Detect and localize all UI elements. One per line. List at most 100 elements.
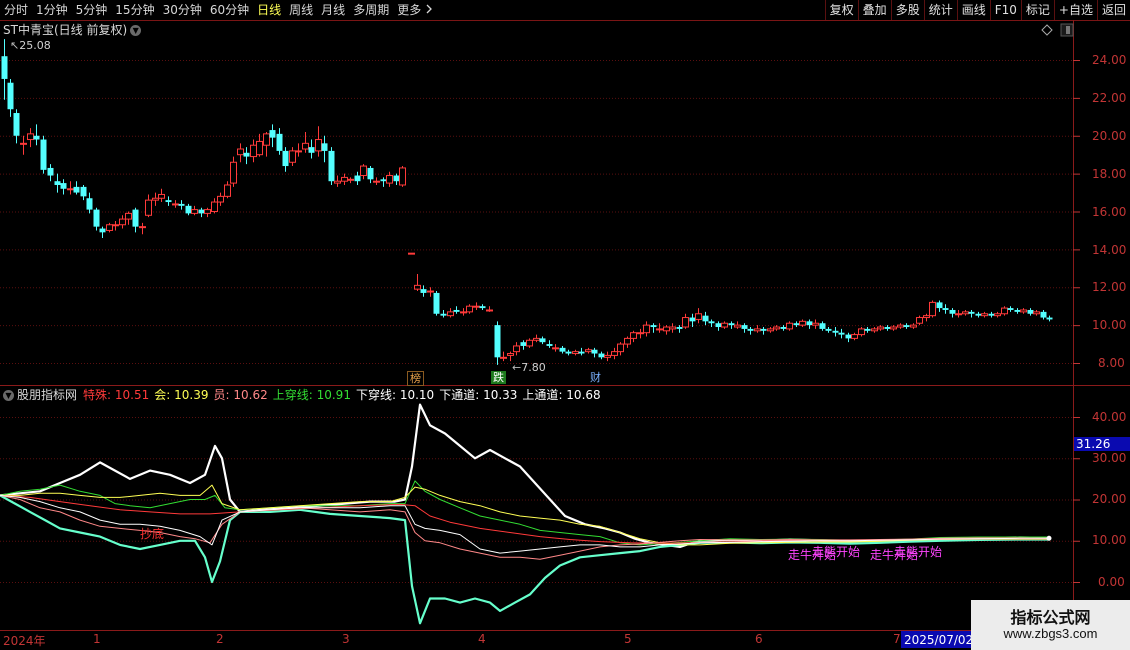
candle-up: [754, 325, 761, 333]
price-tick: 8.00: [1098, 356, 1125, 370]
indicator-tick: 30.00: [1092, 451, 1127, 465]
month-label: 3: [342, 632, 350, 646]
candle-down: [968, 309, 975, 318]
watermark-title: 指标公式网: [1010, 608, 1091, 627]
candle-down: [819, 321, 826, 331]
candle-down: [80, 184, 87, 201]
candle-down: [936, 300, 943, 312]
candle-down: [354, 171, 361, 185]
candle-down: [99, 226, 106, 239]
price-tick: 12.00: [1092, 280, 1127, 294]
candle-up: [256, 133, 263, 157]
candle-down: [328, 147, 335, 185]
candle-up: [408, 252, 415, 255]
chevron-down-icon[interactable]: ▼: [3, 390, 14, 401]
year-label: 2024年: [3, 634, 46, 648]
candle-up: [871, 327, 878, 333]
candle-up: [981, 311, 988, 318]
candle-up: [812, 319, 819, 329]
candle-down: [1040, 309, 1047, 320]
candle-up: [152, 192, 159, 206]
legend-item: 特殊: 10.51: [83, 388, 150, 402]
candle-down: [440, 309, 447, 318]
candle-down: [1046, 315, 1053, 322]
legend-item: 下通道: 10.33: [439, 388, 518, 402]
candle-up: [513, 342, 520, 356]
price-tick: 24.00: [1092, 53, 1127, 67]
candle-up: [341, 173, 348, 185]
marker-drop-badge[interactable]: 跌: [491, 371, 506, 384]
candle-down: [132, 207, 139, 233]
cursor-value-box: 31.26: [1074, 437, 1130, 451]
candle-down: [988, 311, 995, 318]
chevron-down-icon[interactable]: ▼: [130, 25, 142, 36]
candle-down: [269, 124, 276, 148]
candle-down: [420, 285, 427, 297]
candle-up: [910, 323, 917, 329]
candle-up: [204, 207, 211, 218]
candle-up: [637, 328, 644, 339]
candle-down: [1014, 308, 1021, 314]
candle-down: [539, 336, 546, 345]
candle-down: [942, 304, 949, 314]
candle-up: [962, 309, 969, 316]
candle-up: [1020, 308, 1027, 314]
month-label: 1: [93, 632, 101, 646]
candle-up: [289, 147, 296, 167]
candle-up: [295, 143, 302, 157]
candle-down: [650, 323, 657, 333]
candle-down: [86, 192, 93, 214]
candle-down: [276, 128, 283, 155]
stock-title: ST中青宝(日线 前复权): [3, 23, 128, 37]
indicator-end-dot: [1046, 535, 1052, 541]
candle-up: [611, 347, 618, 360]
candle-up: [237, 143, 244, 163]
marker-list-badge[interactable]: 榜: [407, 371, 424, 386]
candle-down: [825, 327, 832, 333]
candle-up: [486, 306, 493, 312]
month-label: 5: [624, 632, 632, 646]
candle-up: [20, 135, 27, 155]
month-label: 6: [755, 632, 763, 646]
candle-down: [780, 325, 787, 331]
candle-up: [669, 323, 676, 333]
candle-up: [897, 323, 904, 329]
candle-up: [334, 175, 341, 187]
chart-canvas[interactable]: [0, 0, 1130, 650]
candle-down: [949, 308, 956, 318]
candle-down: [864, 327, 871, 333]
candle-down: [689, 313, 696, 328]
candle-down: [367, 166, 374, 184]
candle-up: [630, 330, 637, 343]
candle-up: [27, 128, 34, 148]
candle-down: [393, 173, 400, 185]
diamond-icon: [1041, 24, 1053, 36]
candle-up: [230, 156, 237, 187]
candle-up: [585, 347, 592, 354]
candle-up: [1033, 309, 1040, 316]
candle-up: [1001, 306, 1008, 316]
candle-down: [838, 328, 845, 339]
candle-up: [572, 349, 579, 356]
candle-down: [33, 124, 40, 146]
candle-down: [165, 196, 172, 206]
marker-finance-badge[interactable]: 财: [588, 371, 603, 384]
candle-up: [923, 313, 930, 322]
candle-down: [60, 179, 67, 195]
legend-item: 上通道: 10.68: [522, 388, 601, 402]
candle-up: [604, 351, 611, 362]
candle-down: [380, 177, 387, 187]
legend-item: 上穿线: 10.91: [272, 388, 351, 402]
candle-down: [308, 139, 315, 159]
price-tick: 16.00: [1092, 205, 1127, 219]
candle-up: [125, 211, 132, 225]
annotation-bear-start: 走熊开始: [812, 545, 861, 559]
candle-down: [591, 347, 598, 358]
candle-down: [559, 345, 566, 354]
candle-up: [916, 315, 923, 326]
candle-down: [7, 78, 14, 117]
price-tick: 20.00: [1092, 129, 1127, 143]
scroll-up-control: [1060, 23, 1074, 37]
candle-up: [994, 311, 1001, 318]
candle-up: [447, 308, 454, 318]
